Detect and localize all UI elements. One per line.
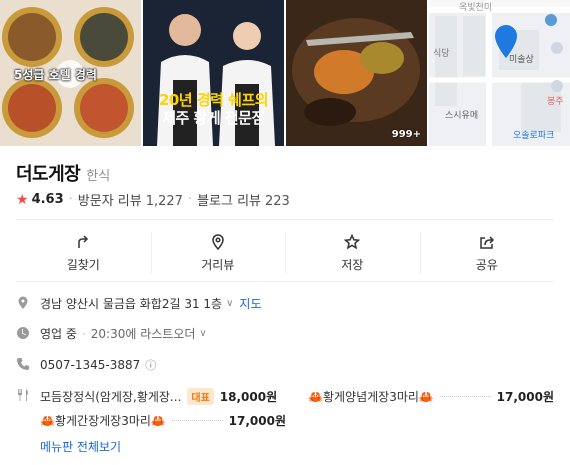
address-text: 경남 양산시 물금읍 화합2길 31 1층 [40,297,223,311]
view-full-menu-link[interactable]: 메뉴판 전체보기 [40,438,121,455]
menu-item[interactable]: 모듬장정식(암게장,황게장... 대표 18,000원 [40,388,286,405]
crab-icon: 🦀 [308,389,323,404]
menu-item-price: 17,000원 [496,390,554,404]
status-badge: 영업 중 [40,327,77,341]
phone-number[interactable]: 0507-1345-3887 [40,358,140,372]
save-label: 저장 [341,257,364,272]
place-header: 더도게장 한식 [16,160,110,186]
action-bar: 길찾기 거리뷰 저장 공유 [16,228,554,278]
phone-row: 0507-1345-3887 ⓘ [16,357,554,373]
menu-item-name: 황게양념게장3마리 [322,390,419,404]
star-icon: ★ [16,191,29,208]
separator-dot: · [81,326,86,341]
directions-label: 길찾기 [66,257,100,272]
info-icon[interactable]: ⓘ [145,357,156,373]
share-button[interactable]: 공유 [419,228,555,278]
location-map[interactable]: 옥빛천미 식당 미솔상 스시유메 봉주 오솔로파크 [429,0,570,146]
photo-chefs[interactable]: 20년 경력 쉐프의 제주 황게 전문점 [143,0,284,146]
chevron-down-icon[interactable]: ∨ [226,298,233,309]
star-icon [344,233,361,249]
directions-icon [78,234,89,248]
utensils-icon [16,388,32,404]
menu-item[interactable]: 🦀 황게양념게장3마리 🦀 17,000원 [308,388,554,405]
photo-count-badge: 999+ [391,129,421,140]
map-label: 식당 [433,49,450,59]
dotted-leader [439,396,491,397]
map-label: 스시유메 [445,111,479,121]
place-category: 한식 [86,169,111,184]
menu-item[interactable]: 🦀 황게간장게장3마리 🦀 17,000원 [40,412,286,429]
address-row: 경남 양산시 물금읍 화합2길 31 1층 ∨ 지도 [16,295,554,312]
photo-caption-line1: 20년 경력 쉐프의 [158,91,269,109]
visitor-review-link[interactable]: 방문자 리뷰 1,227 [78,190,183,209]
chevron-down-icon[interactable]: ∨ [199,328,206,339]
street-view-button[interactable]: 거리뷰 [150,228,286,278]
save-button[interactable]: 저장 [285,228,420,278]
map-label: 미솔상 [509,55,534,65]
menu-item-name: 황게간장게장3마리 [54,414,151,428]
crab-icon: 🦀 [418,389,434,404]
review-stats: ★ 4.63 · 방문자 리뷰 1,227 · 블로그 리뷰 223 [16,190,290,210]
photo-strip: 5성급 호텔 경력 20년 경력 쉐프의 제주 황게 전문점 999+ 옥빛천미… [0,0,570,146]
photo-caption: 5성급 호텔 경력 [14,68,97,82]
map-label: 오솔로파크 [513,131,555,141]
rating-value: 4.63 [31,192,64,207]
hours-row: 영업 중 · 20:30에 라스트오더 ∨ [16,325,554,342]
menu-item-price: 17,000원 [228,414,286,428]
crab-icon: 🦀 [40,413,55,428]
map-label: 옥빛천미 [459,3,493,13]
photo-crab[interactable]: 999+ [286,0,427,146]
crab-illustration [286,0,427,146]
place-name: 더도게장 [16,164,81,185]
photo-dishes[interactable]: 5성급 호텔 경력 [0,0,141,146]
separator-dot: · [68,192,73,207]
blog-review-link[interactable]: 블로그 리뷰 223 [197,190,290,209]
divider [16,219,554,220]
hours-detail: 20:30에 라스트오더 [90,327,196,341]
map-pin-icon [211,233,224,250]
separator-dot: · [187,192,193,207]
photo-caption-line2: 제주 황게 전문점 [162,109,265,127]
divider [16,281,554,282]
representative-tag: 대표 [187,388,214,405]
directions-button[interactable]: 길찾기 [16,228,151,278]
share-label: 공유 [475,257,498,272]
map-illustration [429,0,570,146]
share-icon [480,235,494,249]
menu-item-price: 18,000원 [219,390,278,404]
menu-icon-row [16,388,40,404]
phone-icon [16,357,32,373]
dotted-leader [171,420,223,421]
location-icon [16,296,32,312]
map-link[interactable]: 지도 [239,295,261,312]
menu-item-name: 모듬장정식(암게장,황게장... [40,390,182,404]
street-view-label: 거리뷰 [201,257,235,272]
crab-icon: 🦀 [150,413,166,428]
map-label: 봉주 [547,97,564,107]
clock-icon [16,326,32,342]
